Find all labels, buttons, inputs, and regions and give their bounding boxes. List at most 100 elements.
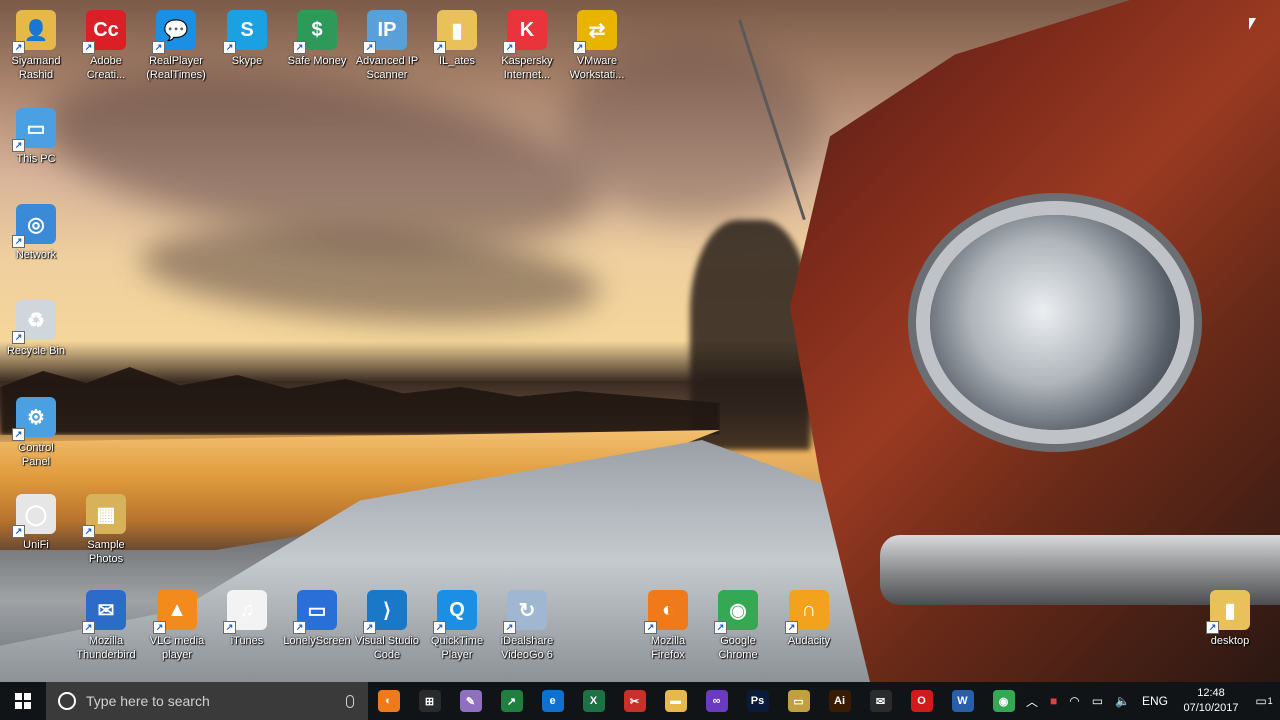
action-center-button[interactable]: ▭ 1 [1248, 682, 1280, 720]
taskbar-app-photoshop[interactable]: Ps [737, 682, 778, 720]
desktop-icon[interactable]: K ↗ Kaspersky Internet... [491, 6, 563, 94]
tray-app-icon[interactable]: ■ [1050, 694, 1057, 708]
taskbar-app-excel[interactable]: X [573, 682, 614, 720]
illustrator-icon: Ai [828, 690, 851, 712]
desktop-icon[interactable]: S ↗ Skype [211, 6, 283, 94]
wallpaper-antenna [738, 19, 806, 221]
shortcut-arrow-icon: ↗ [1206, 621, 1219, 634]
shortcut-arrow-icon: ↗ [82, 41, 95, 54]
desktop-icon-label: Adobe Creati... [86, 55, 126, 81]
taskbar-app-edge[interactable]: e [532, 682, 573, 720]
desktop-icon-label: VLC media player [149, 635, 205, 661]
realplayer-icon: 💬 ↗ [152, 10, 196, 54]
taskbar-app-opera[interactable]: O [901, 682, 942, 720]
shortcut-arrow-icon: ↗ [503, 41, 516, 54]
wallpaper-headlight [930, 215, 1180, 430]
desktop-icon[interactable]: ▮ ↗ IL_ates [421, 6, 493, 94]
kaspersky-icon: K ↗ [503, 10, 547, 54]
taskbar-app-green-app[interactable]: ↗ [491, 682, 532, 720]
taskbar-app-chrome[interactable]: ◉ [983, 682, 1024, 720]
shortcut-arrow-icon: ↗ [433, 621, 446, 634]
snip-tool-icon: ✂ [623, 690, 646, 712]
desktop-icon[interactable]: ▭ ↗ This PC [0, 104, 72, 192]
desktop-icon-label: This PC [16, 153, 56, 165]
control-panel-icon: ⚙ ↗ [12, 397, 56, 441]
shortcut-arrow-icon: ↗ [503, 621, 516, 634]
desktop-icon[interactable]: ⚙ ↗ Control Panel [0, 393, 72, 481]
desktop-icon[interactable]: ∩ ↗ Audacity [773, 586, 845, 674]
desktop-icon[interactable]: Q ↗ QuickTime Player [421, 586, 493, 674]
desktop-icon-label: Network [15, 249, 57, 261]
desktop-icon[interactable]: 👤 ↗ Siyamand Rashid [0, 6, 72, 94]
desktop-icon[interactable]: ↻ ↗ iDealshare VideoGo 6 [491, 586, 563, 674]
photoshop-icon: Ps [746, 690, 769, 712]
taskbar-app-snip-tool[interactable]: ✂ [614, 682, 655, 720]
shortcut-arrow-icon: ↗ [644, 621, 657, 634]
taskbar-app-folder-tool[interactable]: ▭ [778, 682, 819, 720]
desktop-icon[interactable]: Cc ↗ Adobe Creati... [70, 6, 142, 94]
photos-folder-icon: ▦ ↗ [82, 494, 126, 538]
battery-icon[interactable]: ▭ [1092, 694, 1103, 708]
desktop-icon-label: Sample Photos [87, 539, 125, 565]
shortcut-arrow-icon: ↗ [82, 621, 95, 634]
desktop-icon[interactable]: 💬 ↗ RealPlayer (RealTimes) [140, 6, 212, 94]
desktop-icon[interactable]: ⇄ ↗ VMware Workstati... [561, 6, 633, 94]
desktop-icon[interactable]: IP ↗ Advanced IP Scanner [351, 6, 423, 94]
show-hidden-icons-icon[interactable]: ︿ [1026, 693, 1038, 710]
shortcut-arrow-icon: ↗ [363, 621, 376, 634]
desktop-icon[interactable]: ▦ ↗ Sample Photos [70, 490, 142, 578]
desktop-icon-label: Advanced IP Scanner [355, 55, 419, 81]
user-folder-icon: 👤 ↗ [12, 10, 56, 54]
taskbar-app-illustrator[interactable]: Ai [819, 682, 860, 720]
desktop-icon-label: UniFi [23, 539, 49, 551]
desktop-icon[interactable]: ◉ ↗ Google Chrome [702, 586, 774, 674]
network-icon: ◎ ↗ [12, 204, 56, 248]
firefox-icon: ◐ ↗ [644, 590, 688, 634]
search-box[interactable]: Type here to search [46, 682, 368, 720]
folder-icon: ▮ ↗ [433, 10, 477, 54]
desktop-icon[interactable]: ◯ ↗ UniFi [0, 490, 72, 578]
desktop-icon[interactable]: ♫ ↗ iTunes [211, 586, 283, 674]
desktop-icon[interactable]: ▭ ↗ LonelyScreen [281, 586, 353, 674]
shortcut-arrow-icon: ↗ [12, 428, 25, 441]
microphone-icon[interactable] [346, 694, 354, 708]
start-button[interactable] [0, 682, 46, 720]
desktop-icon[interactable]: $ ↗ Safe Money [281, 6, 353, 94]
ip-scanner-icon: IP ↗ [363, 10, 407, 54]
taskbar-app-mail[interactable]: ✉ [860, 682, 901, 720]
mouse-cursor-icon [1249, 18, 1256, 30]
desktop-icon-label: IL_ates [438, 55, 476, 67]
shortcut-arrow-icon: ↗ [12, 139, 25, 152]
mail-icon: ✉ [869, 690, 892, 712]
desktop-icon[interactable]: ▲ ↗ VLC media player [141, 586, 213, 674]
desktop-icon[interactable]: ⟩ ↗ Visual Studio Code [351, 586, 423, 674]
desktop-icon-label: iDealshare VideoGo 6 [500, 635, 554, 661]
notification-count: 1 [1267, 696, 1273, 706]
cortana-icon [58, 692, 76, 710]
thunderbird-icon: ✉ ↗ [82, 590, 126, 634]
volume-icon[interactable]: 🔈 [1115, 694, 1130, 708]
language-indicator[interactable]: ENG [1142, 694, 1168, 708]
taskbar-app-store[interactable]: ⊞ [409, 682, 450, 720]
desktop-icon[interactable]: ♻ ↗ Recycle Bin [0, 296, 72, 384]
notification-icon: ▭ [1255, 694, 1267, 708]
desktop-icon[interactable]: ◐ ↗ Mozilla Firefox [632, 586, 704, 674]
itunes-icon: ♫ ↗ [223, 590, 267, 634]
desktop-icon[interactable]: ◎ ↗ Network [0, 200, 72, 288]
clock[interactable]: 12:48 07/10/2017 [1174, 686, 1248, 716]
taskbar-app-word[interactable]: W [942, 682, 983, 720]
desktop-icon-label: desktop [1210, 635, 1250, 647]
desktop-icon[interactable]: ▮ ↗ desktop [1194, 586, 1266, 674]
taskbar-app-paint[interactable]: ✎ [450, 682, 491, 720]
desktop-icon[interactable]: ✉ ↗ Mozilla Thunderbird [70, 586, 142, 674]
taskbar-app-visual-studio[interactable]: ∞ [696, 682, 737, 720]
taskbar-app-firefox[interactable]: ◐ [368, 682, 409, 720]
network-wifi-icon[interactable]: ◠ [1069, 694, 1079, 708]
opera-icon: O [910, 690, 933, 712]
vlc-icon: ▲ ↗ [153, 590, 197, 634]
taskbar-app-file-explorer[interactable]: ▬ [655, 682, 696, 720]
desktop-icon-label: Visual Studio Code [354, 635, 419, 661]
shortcut-arrow-icon: ↗ [223, 41, 236, 54]
shortcut-arrow-icon: ↗ [293, 41, 306, 54]
desktop-icon-label: Skype [231, 55, 263, 67]
